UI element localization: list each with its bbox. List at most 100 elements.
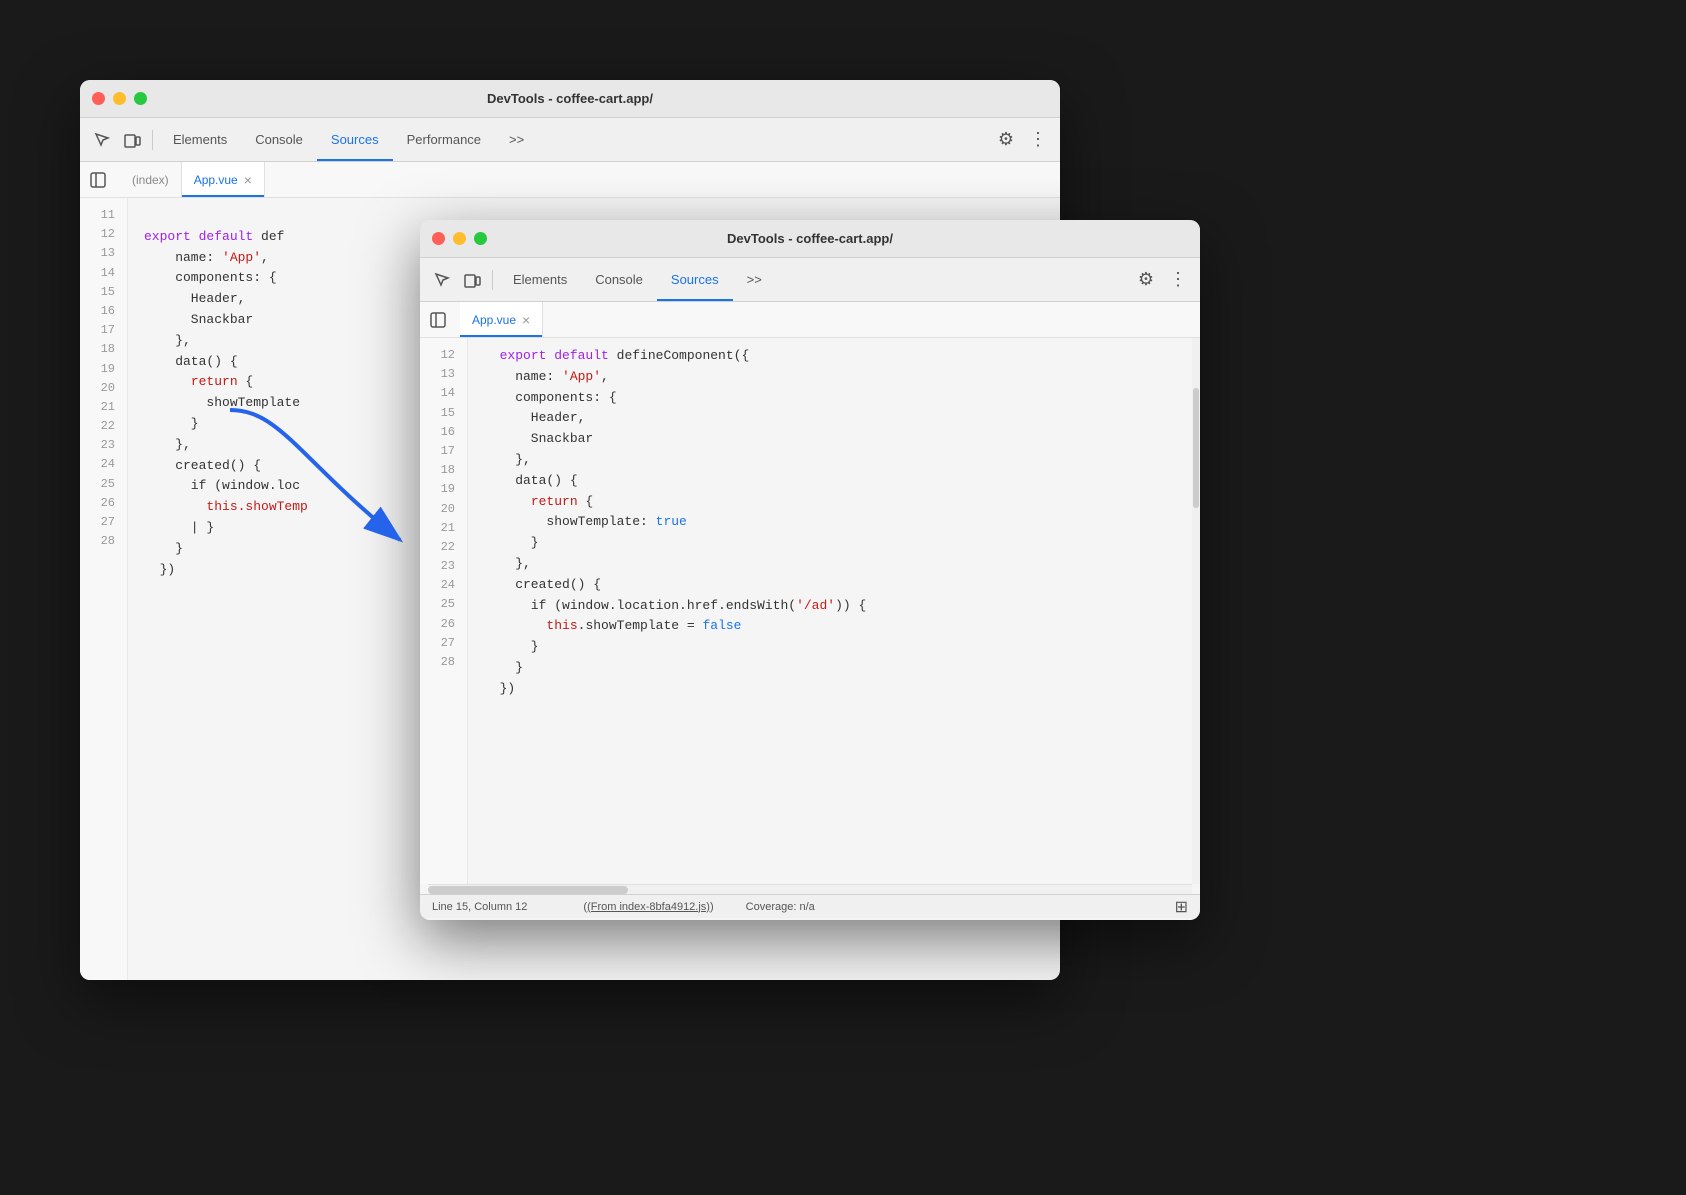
- ln-26: 26: [80, 494, 127, 513]
- tab-elements-back[interactable]: Elements: [159, 118, 241, 161]
- code-line-f: }: [484, 637, 1192, 658]
- ln-24: 24: [80, 455, 127, 474]
- line-numbers-back: 11 12 13 14 15 16 17 18 19 20 21 22 23 2…: [80, 198, 128, 980]
- separator-1-front: [492, 270, 493, 290]
- close-tab-back[interactable]: ×: [244, 173, 252, 187]
- fln-25: 25: [420, 595, 467, 614]
- code-line-f: }): [484, 679, 1192, 700]
- ln-22: 22: [80, 417, 127, 436]
- code-line-f: data() {: [484, 471, 1192, 492]
- tab-bar-front: Elements Console Sources >>: [499, 258, 1130, 301]
- fln-17: 17: [420, 442, 467, 461]
- fln-26: 26: [420, 615, 467, 634]
- code-line-f: showTemplate: true: [484, 512, 1192, 533]
- more-icon-back[interactable]: ⋮: [1024, 126, 1052, 154]
- device-icon-back[interactable]: [118, 126, 146, 154]
- ln-15: 15: [80, 283, 127, 302]
- title-bar-back: DevTools - coffee-cart.app/: [80, 80, 1060, 118]
- file-tab-appvue-back[interactable]: App.vue ×: [182, 162, 265, 197]
- fln-15: 15: [420, 404, 467, 423]
- ln-28: 28: [80, 532, 127, 551]
- tab-sources-front[interactable]: Sources: [657, 258, 733, 301]
- line-numbers-front: 12 13 14 15 16 17 18 19 20 21 22 23 24 2…: [420, 338, 468, 884]
- window-title-front: DevTools - coffee-cart.app/: [727, 231, 893, 246]
- code-lines-front: export default defineComponent({ name: '…: [468, 338, 1192, 884]
- tab-performance-back[interactable]: Performance: [393, 118, 495, 161]
- code-line-f: created() {: [484, 575, 1192, 596]
- scrollbar-thumb-front[interactable]: [1193, 388, 1199, 508]
- fln-14: 14: [420, 384, 467, 403]
- ln-21: 21: [80, 398, 127, 417]
- file-tab-appvue-front[interactable]: App.vue ×: [460, 302, 543, 337]
- screenshot-icon-front[interactable]: ⊞: [1175, 897, 1188, 917]
- fln-24: 24: [420, 576, 467, 595]
- code-line-f: if (window.location.href.endsWith('/ad')…: [484, 596, 1192, 617]
- fln-16: 16: [420, 423, 467, 442]
- code-line-f: components: {: [484, 388, 1192, 409]
- fln-28: 28: [420, 653, 467, 672]
- inspect-icon-back[interactable]: [88, 126, 116, 154]
- code-line-f: },: [484, 554, 1192, 575]
- device-icon-front[interactable]: [458, 266, 486, 294]
- maximize-button-front[interactable]: [474, 232, 487, 245]
- code-line-f: }: [484, 533, 1192, 554]
- traffic-lights-back: [92, 92, 147, 105]
- inspect-icon-front[interactable]: [428, 266, 456, 294]
- tab-more-front[interactable]: >>: [733, 258, 776, 301]
- toolbar-front: Elements Console Sources >> ⚙ ⋮: [420, 258, 1200, 302]
- fln-20: 20: [420, 500, 467, 519]
- code-line-f: }: [484, 658, 1192, 679]
- code-line-f: this.showTemplate = false: [484, 616, 1192, 637]
- fln-19: 19: [420, 480, 467, 499]
- tab-console-front[interactable]: Console: [581, 258, 657, 301]
- status-bar-front: Line 15, Column 12 ((From index-8bfa4912…: [420, 894, 1200, 918]
- file-tab-index-back[interactable]: (index): [120, 162, 182, 197]
- code-area-front: 12 13 14 15 16 17 18 19 20 21 22 23 24 2…: [420, 338, 1200, 918]
- file-tabs-bar-front: App.vue ×: [420, 302, 1200, 338]
- gear-icon-back[interactable]: ⚙: [992, 126, 1020, 154]
- fln-21: 21: [420, 519, 467, 538]
- ln-18: 18: [80, 340, 127, 359]
- gear-icon-front[interactable]: ⚙: [1132, 266, 1160, 294]
- tab-elements-front[interactable]: Elements: [499, 258, 581, 301]
- fln-18: 18: [420, 461, 467, 480]
- code-line-f: name: 'App',: [484, 367, 1192, 388]
- ln-17: 17: [80, 321, 127, 340]
- minimize-button-front[interactable]: [453, 232, 466, 245]
- ln-14: 14: [80, 264, 127, 283]
- ln-23: 23: [80, 436, 127, 455]
- sidebar-toggle-back[interactable]: [84, 166, 112, 194]
- status-source-front: ((From index-8bfa4912.js)): [583, 901, 713, 913]
- toolbar-right-front: ⚙ ⋮: [1132, 266, 1192, 294]
- file-tabs-bar-back: (index) App.vue ×: [80, 162, 1060, 198]
- close-tab-front[interactable]: ×: [522, 313, 530, 327]
- ln-16: 16: [80, 302, 127, 321]
- separator-1-back: [152, 130, 153, 150]
- status-position-front: Line 15, Column 12: [432, 901, 527, 913]
- sidebar-toggle-front[interactable]: [424, 306, 452, 334]
- status-coverage-front: Coverage: n/a: [746, 901, 815, 913]
- tab-console-back[interactable]: Console: [241, 118, 317, 161]
- window-title-back: DevTools - coffee-cart.app/: [487, 91, 653, 106]
- tab-more-back[interactable]: >>: [495, 118, 538, 161]
- close-button-front[interactable]: [432, 232, 445, 245]
- code-line-f: Snackbar: [484, 429, 1192, 450]
- more-icon-front[interactable]: ⋮: [1164, 266, 1192, 294]
- code-line-f: return {: [484, 492, 1192, 513]
- tab-bar-back: Elements Console Sources Performance >>: [159, 118, 990, 161]
- tab-sources-back[interactable]: Sources: [317, 118, 393, 161]
- code-line-f: export default defineComponent({: [484, 346, 1192, 367]
- code-line-f: },: [484, 450, 1192, 471]
- ln-20: 20: [80, 379, 127, 398]
- maximize-button-back[interactable]: [134, 92, 147, 105]
- minimize-button-back[interactable]: [113, 92, 126, 105]
- traffic-lights-front: [432, 232, 487, 245]
- ln-25: 25: [80, 475, 127, 494]
- fln-23: 23: [420, 557, 467, 576]
- scrollbar-front[interactable]: [1192, 338, 1200, 884]
- devtools-front-window: DevTools - coffee-cart.app/ Elements Con…: [420, 220, 1200, 920]
- ln-27: 27: [80, 513, 127, 532]
- code-line-f: Header,: [484, 408, 1192, 429]
- toolbar-right-back: ⚙ ⋮: [992, 126, 1052, 154]
- close-button-back[interactable]: [92, 92, 105, 105]
